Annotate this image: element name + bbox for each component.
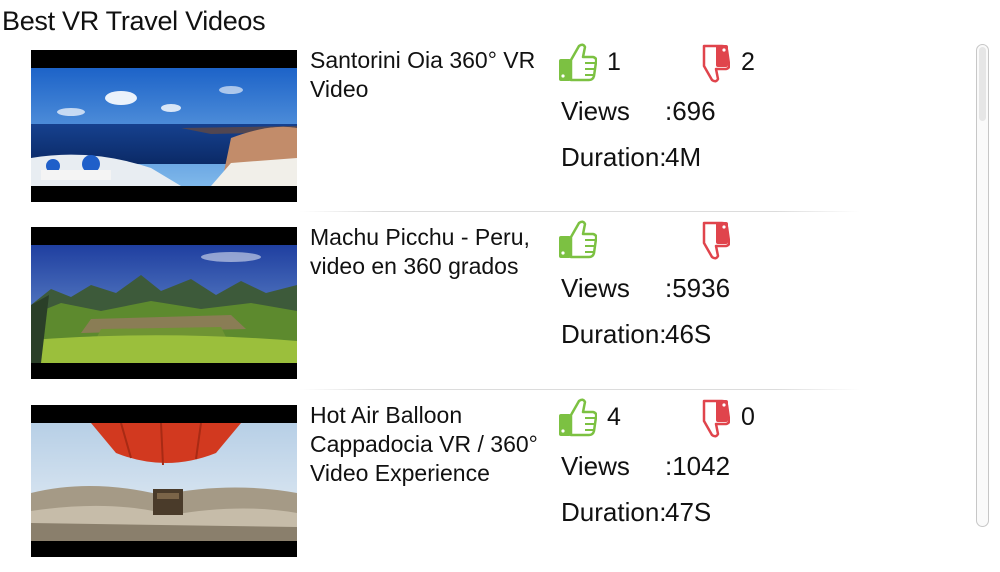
thumbs-down-icon[interactable] [690,42,730,84]
scrollbar[interactable] [976,44,989,527]
video-title[interactable]: Santorini Oia 360° VR Video [310,46,560,104]
duration-value: 47S [665,497,712,527]
views-count: :5936 [665,273,731,303]
thumbs-down-icon[interactable] [690,397,730,439]
video-thumbnail[interactable] [31,405,297,557]
thumbs-up-icon[interactable] [557,219,597,261]
like-count: 1 [607,48,621,76]
thumbs-up-icon[interactable] [557,397,597,439]
like-count: 4 [607,403,621,431]
item-divider [300,389,860,390]
page-title: Best VR Travel Videos [2,6,266,36]
list-item[interactable]: Santorini Oia 360° VR Video 1 2 Views :6… [0,40,970,217]
dislike-count: 2 [741,48,755,76]
views-label: Views [561,451,630,481]
thumbs-down-icon[interactable] [690,219,730,261]
views-label: Views [561,273,630,303]
views-label: Views [561,96,630,126]
duration-label: Duration: [561,319,667,349]
duration-label: Duration: [561,497,667,527]
item-divider [300,211,860,212]
video-title[interactable]: Hot Air Balloon Cappadocia VR / 360° Vid… [310,401,560,488]
duration-label: Duration: [561,142,667,172]
video-thumbnail[interactable] [31,227,297,379]
list-item[interactable]: Machu Picchu - Peru, video en 360 grados… [0,211,970,394]
scrollbar-thumb[interactable] [979,47,986,121]
duration-value: 46S [665,319,712,349]
duration-value: 4M [665,142,702,172]
list-item[interactable]: Hot Air Balloon Cappadocia VR / 360° Vid… [0,389,970,572]
views-count: :696 [665,96,716,126]
video-thumbnail[interactable] [31,50,297,202]
thumbs-up-icon[interactable] [557,42,597,84]
dislike-count: 0 [741,403,755,431]
views-count: :1042 [665,451,731,481]
video-title[interactable]: Machu Picchu - Peru, video en 360 grados [310,223,560,281]
